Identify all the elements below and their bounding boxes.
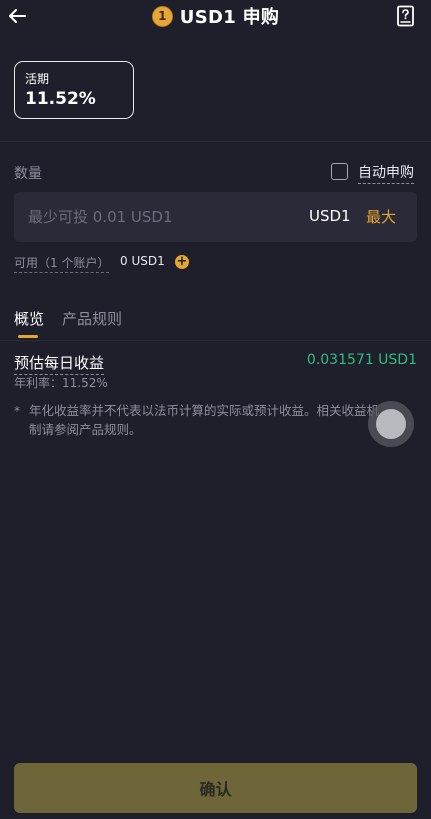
active-tab-indicator (18, 335, 38, 338)
quantity-label: 数量 (14, 166, 42, 182)
usd1-coin-icon: 1 (151, 5, 173, 27)
term-option-card[interactable]: 活期 11.52% (14, 61, 134, 119)
tab-product-rules[interactable]: 产品规则 (62, 308, 122, 329)
amount-input[interactable] (28, 192, 288, 242)
page-title: USD1 申购 (179, 7, 280, 28)
amount-unit: USD1 (309, 207, 351, 225)
plus-circle-icon[interactable]: + (175, 255, 189, 269)
note-asterisk: * (14, 404, 20, 418)
floating-assistive-button[interactable] (368, 401, 414, 447)
available-label[interactable]: 可用（1 个账户） (14, 254, 110, 273)
disclaimer-note: 年化收益率并不代表以法币计算的实际或预计收益。相关收益机制请参阅产品规则。 (29, 403, 380, 437)
floating-button-knob (376, 409, 406, 439)
annual-rate-label: 年利率：11.52% (14, 376, 108, 390)
estimated-daily-earnings-label[interactable]: 预估每日收益 (14, 352, 105, 375)
auto-subscribe-checkbox[interactable] (331, 163, 348, 180)
tab-overview[interactable]: 概览 (14, 308, 44, 329)
tab-divider (0, 340, 431, 341)
available-value: 0 USD1 (120, 254, 165, 268)
section-divider (0, 141, 431, 142)
document-help-icon[interactable] (396, 5, 416, 27)
term-rate: 11.52% (25, 89, 96, 109)
max-button[interactable]: 最大 (366, 206, 396, 227)
amount-field: USD1 最大 (14, 192, 417, 242)
confirm-button[interactable]: 确认 (14, 763, 417, 813)
page-header: 1 USD1 申购 (0, 2, 431, 30)
term-label: 活期 (25, 72, 50, 86)
estimated-daily-earnings-value: 0.031571 USD1 (306, 352, 417, 368)
auto-subscribe-label[interactable]: 自动申购 (358, 162, 414, 184)
